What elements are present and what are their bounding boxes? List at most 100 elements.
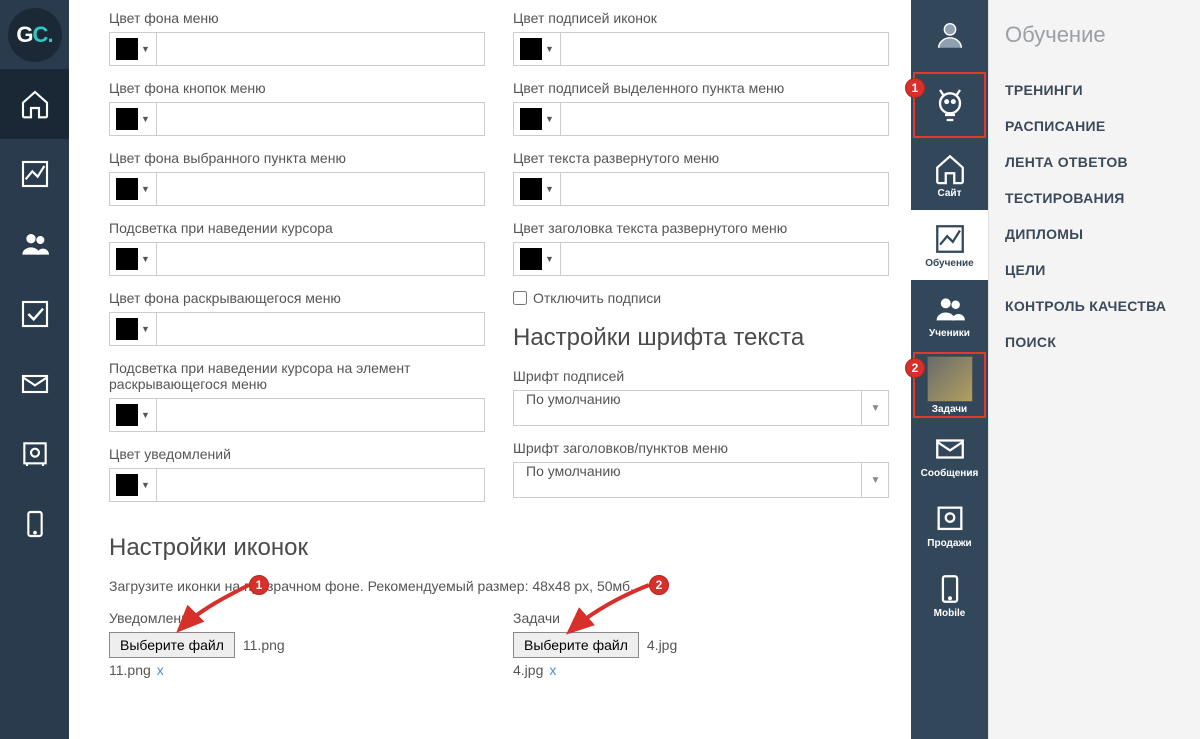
color-swatch[interactable]: ▼: [109, 312, 157, 346]
remove-file-icon[interactable]: x: [157, 662, 164, 678]
color-input[interactable]: [157, 172, 485, 206]
remove-file-icon[interactable]: x: [549, 662, 556, 678]
lightbulb-cat-icon: [930, 85, 970, 125]
field-label: Цвет заголовка текста развернутого меню: [513, 220, 889, 236]
col-right: Цвет подписей иконок ▼ Цвет подписей выд…: [513, 10, 889, 516]
menu-item-schedule[interactable]: РАСПИСАНИЕ: [1005, 108, 1184, 144]
field-label: Цвет подписей иконок: [513, 10, 889, 26]
font-labels-select[interactable]: По умолчанию: [513, 390, 889, 426]
field-label: Цвет подписей выделенного пункта меню: [513, 80, 889, 96]
side2-mobile[interactable]: Mobile: [911, 560, 988, 630]
color-swatch[interactable]: ▼: [109, 398, 157, 432]
checkbox[interactable]: [513, 291, 527, 305]
icons-hint: Загрузите иконки на прозрачном фоне. Рек…: [109, 578, 889, 594]
mail-icon: [19, 368, 51, 400]
menu-item-goals[interactable]: ЦЕЛИ: [1005, 252, 1184, 288]
field-label: Шрифт подписей: [513, 368, 889, 384]
fonts-section-title: Настройки шрифта текста: [513, 324, 889, 352]
check-icon: [19, 298, 51, 330]
menu-item-tests[interactable]: ТЕСТИРОВАНИЯ: [1005, 180, 1184, 216]
side2-site[interactable]: Сайт: [911, 140, 988, 210]
color-input[interactable]: [561, 172, 889, 206]
logo-circle: GC.: [8, 8, 62, 62]
choose-file-button[interactable]: Выберите файл: [109, 632, 235, 658]
rail-home[interactable]: [0, 69, 69, 139]
side2-label: Ученики: [929, 328, 970, 339]
field-label: Шрифт заголовков/пунктов меню: [513, 440, 889, 456]
side2-students[interactable]: Ученики: [911, 280, 988, 350]
chosen-file: 4.jpg: [647, 637, 677, 653]
menu-item-diplomas[interactable]: ДИПЛОМЫ: [1005, 216, 1184, 252]
menu-item-answers[interactable]: ЛЕНТА ОТВЕТОВ: [1005, 144, 1184, 180]
home-icon: [933, 152, 967, 186]
rail-users[interactable]: [0, 209, 69, 279]
upload-notifications: Уведомления Выберите файл 11.png 11.pngx: [109, 610, 485, 678]
tasks-custom-icon: [927, 356, 973, 402]
side2-learning[interactable]: Обучение: [911, 210, 988, 280]
upload-label: Задачи: [513, 610, 889, 626]
menu-item-quality[interactable]: КОНТРОЛЬ КАЧЕСТВА: [1005, 288, 1184, 324]
uploaded-file-link[interactable]: 4.jpgx: [513, 662, 889, 678]
logo[interactable]: GC.: [0, 0, 69, 69]
color-input[interactable]: [157, 242, 485, 276]
users-icon: [933, 292, 967, 326]
font-headers-select[interactable]: По умолчанию: [513, 462, 889, 498]
color-swatch[interactable]: ▼: [109, 172, 157, 206]
profile-icon: [933, 18, 967, 52]
side2-label: Сайт: [938, 188, 962, 199]
color-swatch[interactable]: ▼: [513, 102, 561, 136]
upload-tasks: Задачи Выберите файл 4.jpg 4.jpgx: [513, 610, 889, 678]
color-input[interactable]: [157, 312, 485, 346]
side2-profile[interactable]: [911, 0, 988, 70]
caret-down-icon: ▼: [141, 44, 150, 54]
choose-file-button[interactable]: Выберите файл: [513, 632, 639, 658]
color-input[interactable]: [561, 242, 889, 276]
safe-icon: [19, 438, 51, 470]
color-input[interactable]: [157, 102, 485, 136]
chosen-file: 11.png: [243, 637, 285, 653]
menu-item-search[interactable]: ПОИСК: [1005, 324, 1184, 360]
menu-title: Обучение: [1005, 22, 1184, 48]
color-input[interactable]: [157, 32, 485, 66]
color-input[interactable]: [157, 468, 485, 502]
color-swatch[interactable]: ▼: [109, 468, 157, 502]
rail-mobile[interactable]: [0, 489, 69, 559]
rail-analytics[interactable]: [0, 139, 69, 209]
menu-item-trainings[interactable]: ТРЕНИНГИ: [1005, 72, 1184, 108]
mail-icon: [933, 432, 967, 466]
field-label: Цвет уведомлений: [109, 446, 485, 462]
side2-sales[interactable]: Продажи: [911, 490, 988, 560]
disable-captions-checkbox[interactable]: Отключить подписи: [513, 290, 889, 306]
color-swatch[interactable]: ▼: [109, 102, 157, 136]
field-label: Подсветка при наведении курсора: [109, 220, 485, 236]
color-input[interactable]: [157, 398, 485, 432]
side2: 1 Сайт Обучение Ученики Задачи 2 Сообщен…: [911, 0, 988, 739]
home-icon: [19, 88, 51, 120]
rail-sales[interactable]: [0, 419, 69, 489]
color-swatch[interactable]: ▼: [109, 242, 157, 276]
color-swatch[interactable]: ▼: [513, 32, 561, 66]
side2-label: Продажи: [927, 538, 971, 549]
field-label: Цвет фона выбранного пункта меню: [109, 150, 485, 166]
uploaded-file-link[interactable]: 11.pngx: [109, 662, 485, 678]
color-input[interactable]: [561, 32, 889, 66]
color-swatch[interactable]: ▼: [513, 242, 561, 276]
side2-tasks[interactable]: Задачи: [911, 350, 988, 420]
rail-messages[interactable]: [0, 349, 69, 419]
color-swatch[interactable]: ▼: [513, 172, 561, 206]
side2-messages[interactable]: Сообщения: [911, 420, 988, 490]
side2-label: Задачи: [932, 404, 967, 415]
field-label: Цвет фона меню: [109, 10, 485, 26]
users-icon: [19, 228, 51, 260]
menu-col: Обучение ТРЕНИНГИ РАСПИСАНИЕ ЛЕНТА ОТВЕТ…: [988, 0, 1200, 739]
side2-idea[interactable]: [911, 70, 988, 140]
side2-label: Обучение: [925, 258, 974, 269]
side2-label: Сообщения: [921, 468, 979, 479]
rail-tasks[interactable]: [0, 279, 69, 349]
color-swatch[interactable]: ▼: [109, 32, 157, 66]
col-left: Цвет фона меню ▼ Цвет фона кнопок меню ▼…: [109, 10, 485, 516]
main: Цвет фона меню ▼ Цвет фона кнопок меню ▼…: [69, 0, 911, 739]
color-input[interactable]: [561, 102, 889, 136]
icons-section-title: Настройки иконок: [109, 534, 889, 562]
mobile-icon: [19, 508, 51, 540]
